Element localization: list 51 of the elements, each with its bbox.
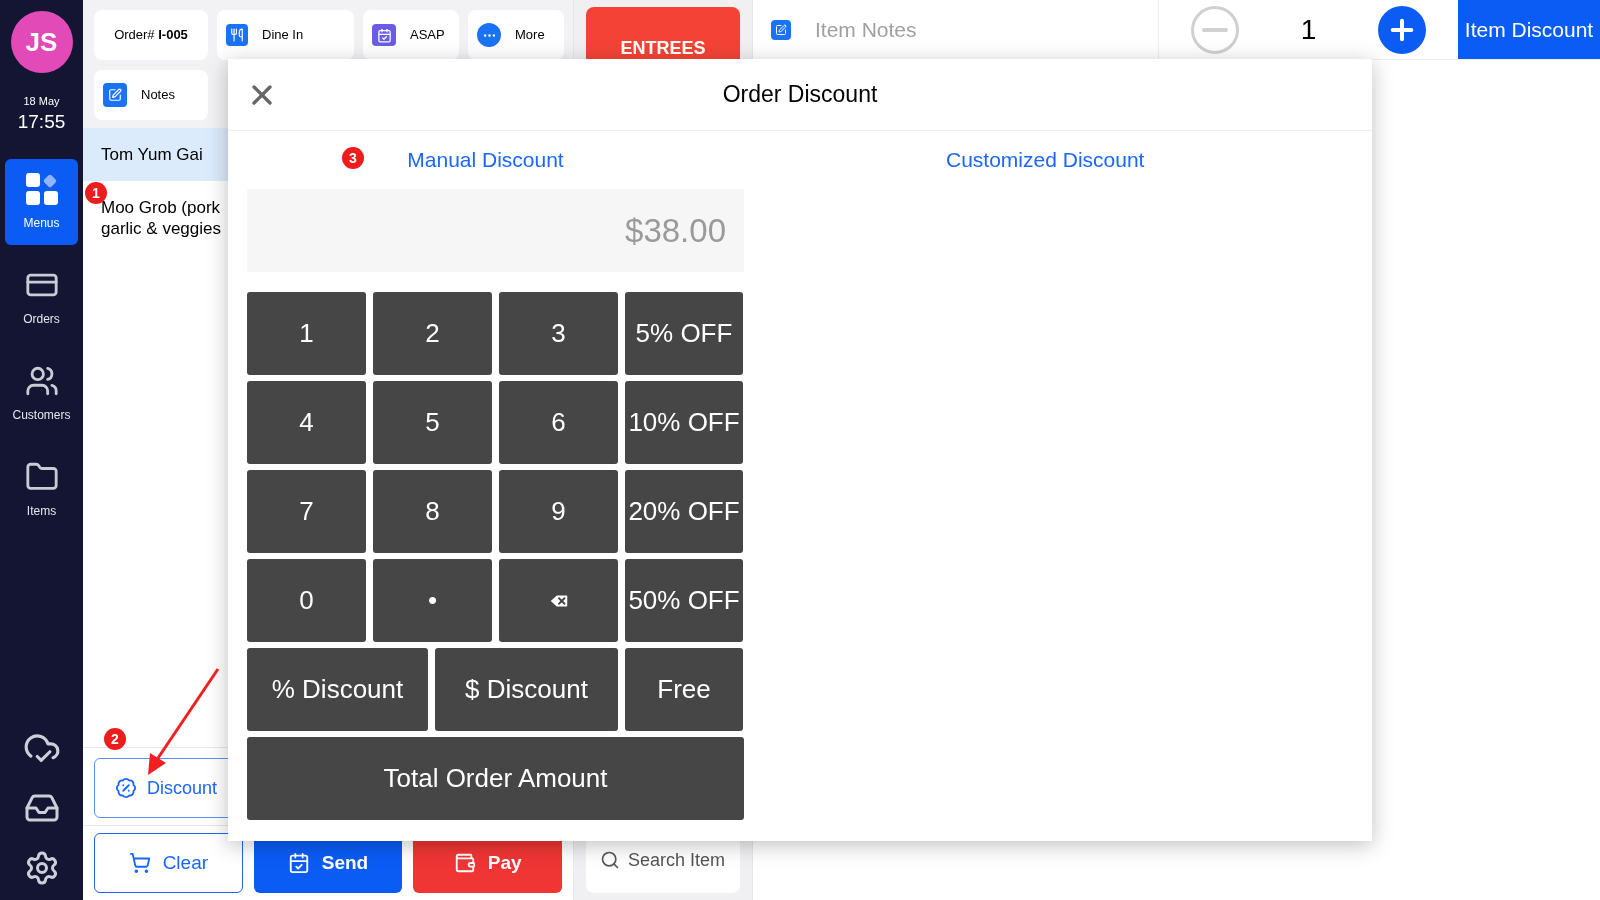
keypad-key[interactable]: 7 [247,470,366,553]
discount-tab[interactable]: Customized Discount [743,144,1372,176]
order-number: Order# I-005 [94,10,208,60]
increase-button[interactable] [1378,5,1426,54]
keypad-key[interactable]: 6 [499,381,618,464]
keypad-key[interactable]: 8 [373,470,492,553]
discount-icon [115,777,137,799]
keypad-key[interactable]: Total Order Amount [247,737,744,820]
cart-icon [128,852,151,874]
quantity: 1 [1300,12,1317,47]
option-chip[interactable]: More [468,10,564,60]
keypad-key[interactable]: 1 [247,292,366,375]
notes-field[interactable]: Item Notes [815,13,1115,46]
keypad-key[interactable]: 4 [247,381,366,464]
option-chip[interactable]: Dine In [217,10,354,60]
keypad-key[interactable]: % Discount [247,648,428,731]
keypad-key[interactable]: 0 [247,559,366,642]
grid-icon [24,172,59,207]
amount-display: $38.00 [247,189,744,272]
action-button[interactable]: Clear [94,833,243,893]
time: 17:55 [17,109,66,134]
keypad-key[interactable]: 5% OFF [625,292,743,375]
keypad-key[interactable]: 9 [499,470,618,553]
keypad-key[interactable]: Free [625,648,743,731]
keypad-key[interactable]: 3 [499,292,618,375]
keypad-key[interactable]: 10% OFF [625,381,743,464]
more-icon [477,23,501,47]
keypad-key[interactable]: • [373,559,492,642]
keypad-key[interactable]: 5 [373,381,492,464]
edit-icon [103,83,127,107]
option-chip[interactable]: ASAP [363,10,459,60]
nav-item[interactable]: Items [5,447,78,534]
item-name: garlic & veggies [101,218,221,239]
keypad-key[interactable]: 2 [373,292,492,375]
avatar[interactable]: JS [10,11,73,73]
keypad-key[interactable]: 50% OFF [625,559,743,642]
edit-icon [771,19,791,40]
nav-item[interactable]: Customers [5,351,78,438]
date: 18 May [23,94,60,109]
nav-item[interactable]: Menus [5,159,78,246]
utensils-icon [226,24,248,46]
item-name: Tom Yum Gai [101,144,203,165]
keypad-key[interactable]: 20% OFF [625,470,743,553]
calendar-check-icon [287,852,310,874]
nav-item[interactable]: Orders [5,255,78,342]
wallet-icon [453,852,476,874]
option-chip[interactable]: Notes [94,70,208,120]
keypad-key[interactable]: $ Discount [435,648,618,731]
item-discount-button[interactable]: Item Discount [1458,0,1600,59]
search-icon [600,850,620,870]
calendar-check-icon [372,24,396,46]
